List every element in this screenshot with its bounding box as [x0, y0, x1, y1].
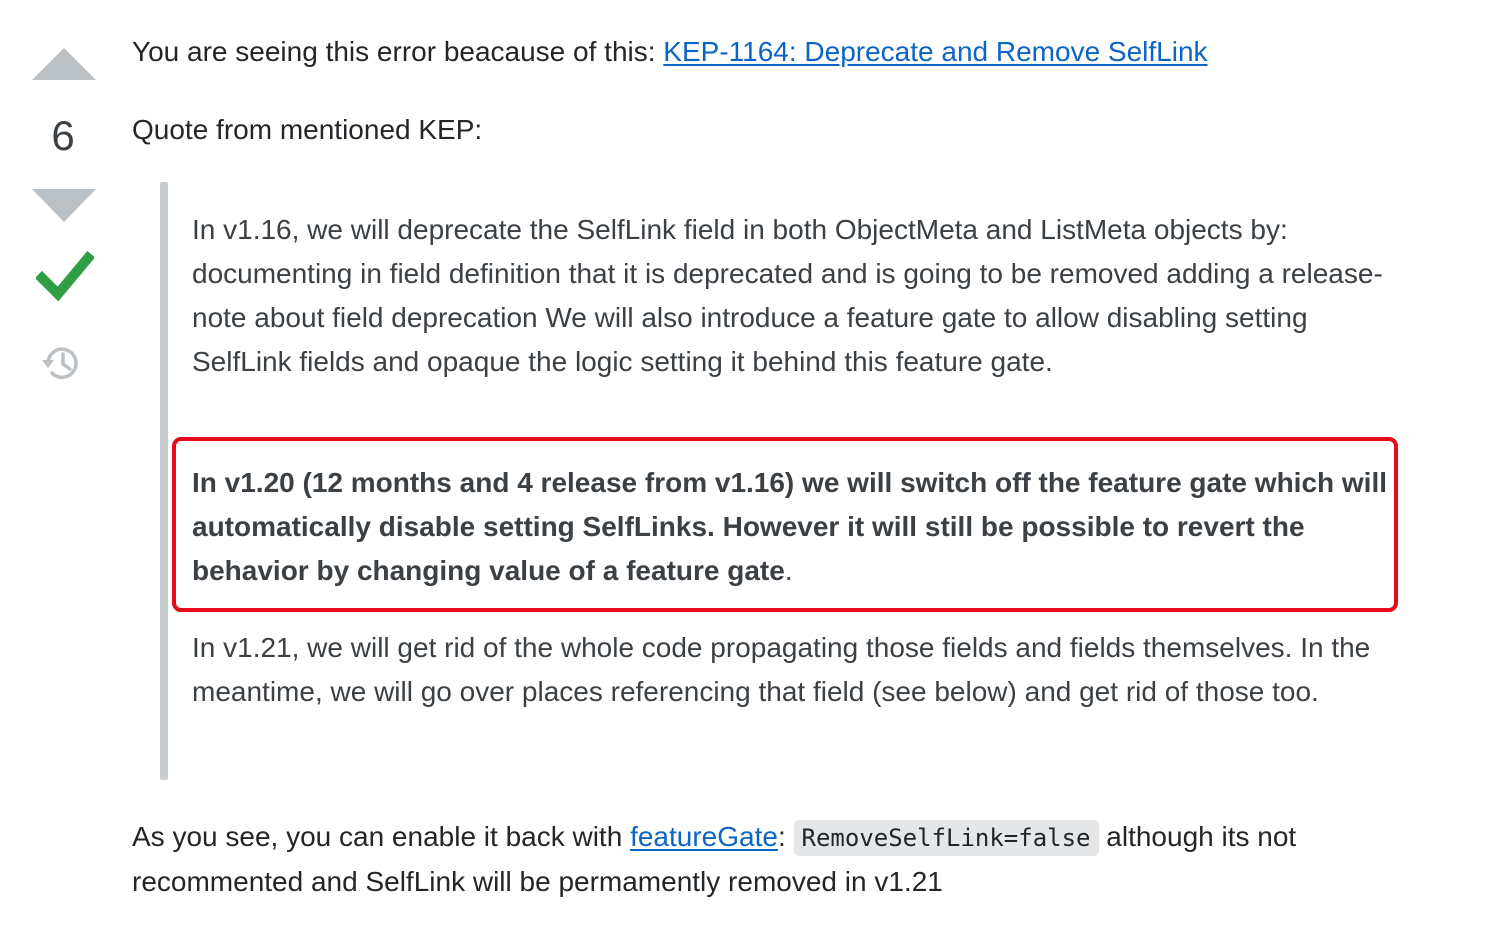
outro-text: As you see, you can enable it back with — [132, 821, 631, 852]
intro-paragraph: You are seeing this error beacause of th… — [132, 30, 1208, 74]
quote-intro: Quote from mentioned KEP: — [132, 114, 483, 145]
outro-paragraph: As you see, you can enable it back with … — [132, 815, 1452, 904]
feature-gate-link[interactable]: featureGate — [630, 821, 778, 852]
kep-link[interactable]: KEP-1164: Deprecate and Remove SelfLink — [663, 36, 1207, 67]
downvote-button[interactable] — [30, 186, 98, 224]
history-icon — [42, 347, 78, 379]
blockquote-paragraph-1: In v1.16, we will deprecate the SelfLink… — [192, 214, 1383, 377]
blockquote-bar — [160, 182, 168, 780]
outro-colon: : — [777, 821, 794, 852]
vote-cell: 6 — [0, 0, 128, 930]
history-button[interactable] — [40, 343, 84, 383]
triangle-up-icon — [32, 48, 96, 80]
vote-count: 6 — [51, 112, 75, 159]
accepted-answer-indicator — [34, 250, 96, 306]
triangle-down-icon — [32, 189, 96, 222]
checkmark-icon — [34, 250, 96, 302]
blockquote-paragraph-3: In v1.21, we will get rid of the whole c… — [192, 632, 1371, 707]
inline-code: RemoveSelfLink=false — [793, 820, 1099, 856]
upvote-button[interactable] — [30, 46, 98, 82]
red-highlight-box — [172, 437, 1398, 612]
intro-text: You are seeing this error beacause of th… — [132, 36, 664, 67]
